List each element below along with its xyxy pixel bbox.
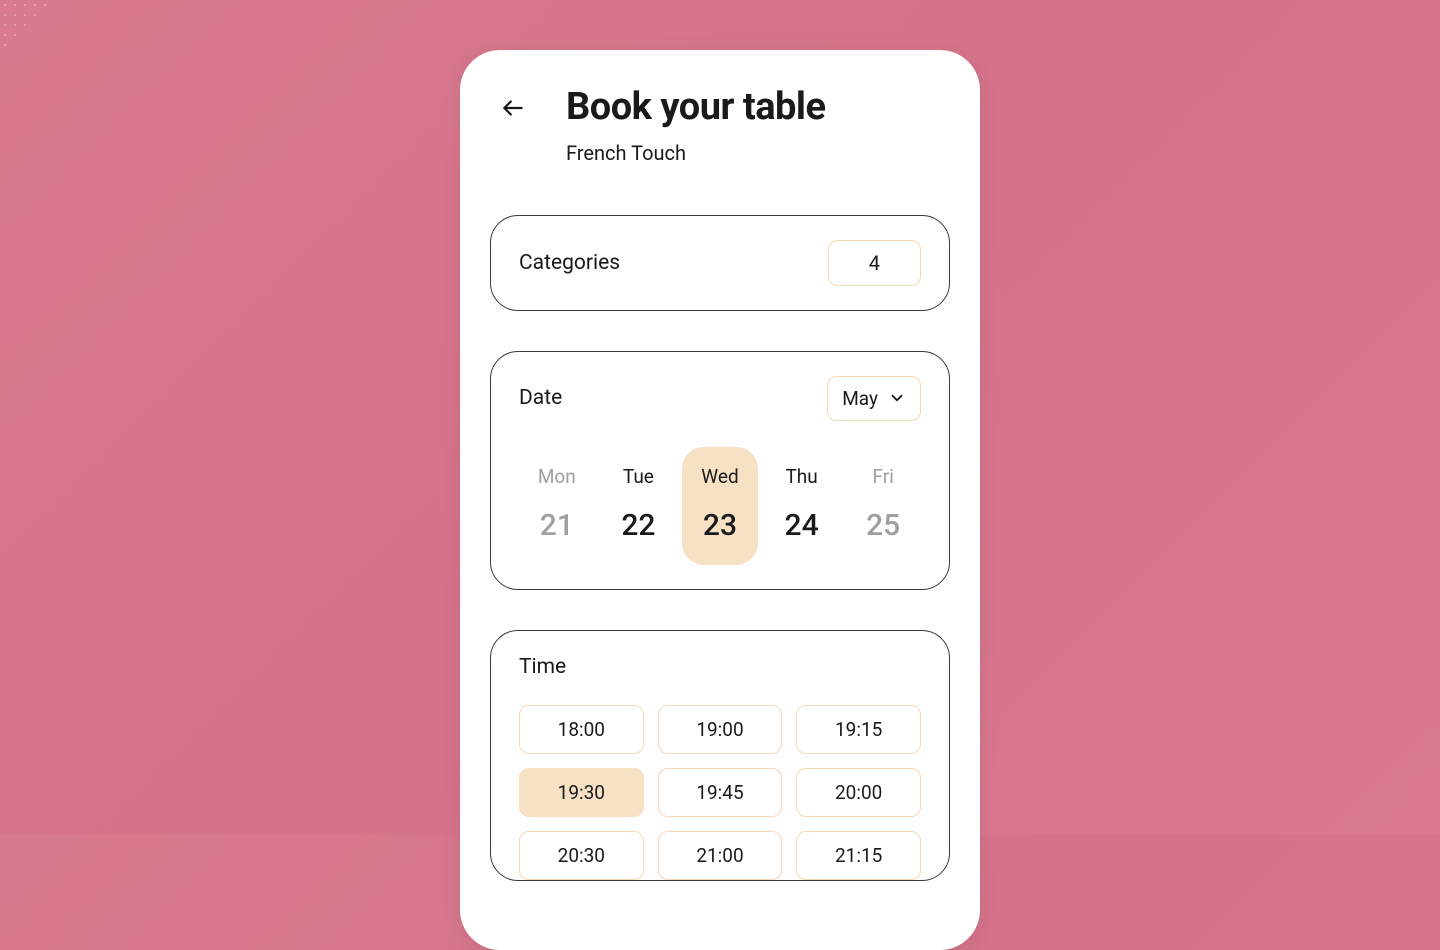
time-slot[interactable]: 19:30: [519, 768, 644, 817]
day-item[interactable]: Fri 25: [845, 447, 921, 565]
day-number: 22: [621, 508, 655, 543]
day-name: Thu: [785, 465, 817, 488]
times-grid: 18:00 19:00 19:15 19:30 19:45 20:00 20:30 21:00…: [519, 705, 921, 880]
month-selector[interactable]: May: [827, 376, 921, 421]
page-title: Book your table: [566, 85, 825, 131]
time-slot[interactable]: 20:30: [519, 831, 644, 880]
app-card: Book your table French Touch Categories …: [460, 50, 980, 950]
back-button[interactable]: [500, 95, 526, 121]
day-number: 24: [785, 508, 819, 543]
chevron-down-icon: [888, 389, 906, 407]
time-slot[interactable]: 19:15: [796, 705, 921, 754]
day-item[interactable]: Wed 23: [682, 447, 758, 565]
day-name: Wed: [701, 465, 738, 488]
time-slot[interactable]: 18:00: [519, 705, 644, 754]
categories-label: Categories: [519, 251, 620, 275]
categories-count-badge[interactable]: 4: [828, 240, 921, 286]
day-name: Fri: [873, 465, 894, 488]
time-slot[interactable]: 19:45: [658, 768, 783, 817]
time-slot[interactable]: 21:00: [658, 831, 783, 880]
day-item[interactable]: Thu 24: [764, 447, 840, 565]
day-name: Tue: [623, 465, 654, 488]
header: Book your table French Touch: [490, 85, 950, 165]
time-slot[interactable]: 20:00: [796, 768, 921, 817]
background-dots-decoration: [0, 0, 100, 80]
month-label: May: [842, 387, 878, 410]
time-slot[interactable]: 19:00: [658, 705, 783, 754]
title-group: Book your table French Touch: [566, 85, 825, 165]
days-row: Mon 21 Tue 22 Wed 23 Thu 24 Fri 25: [519, 447, 921, 565]
arrow-left-icon: [500, 95, 526, 121]
date-section: Date May Mon 21 Tue 22 Wed 23 Thu 24 Fri 25: [490, 351, 950, 590]
day-item[interactable]: Tue 22: [601, 447, 677, 565]
day-number: 25: [866, 508, 900, 543]
date-label: Date: [519, 386, 562, 410]
day-number: 23: [703, 508, 737, 543]
page-subtitle: French Touch: [566, 141, 825, 165]
time-label: Time: [519, 655, 921, 679]
time-slot[interactable]: 21:15: [796, 831, 921, 880]
day-number: 21: [540, 508, 574, 543]
day-item[interactable]: Mon 21: [519, 447, 595, 565]
day-name: Mon: [538, 465, 576, 488]
categories-section: Categories 4: [490, 215, 950, 311]
time-section: Time 18:00 19:00 19:15 19:30 19:45 20:00 20:30…: [490, 630, 950, 881]
